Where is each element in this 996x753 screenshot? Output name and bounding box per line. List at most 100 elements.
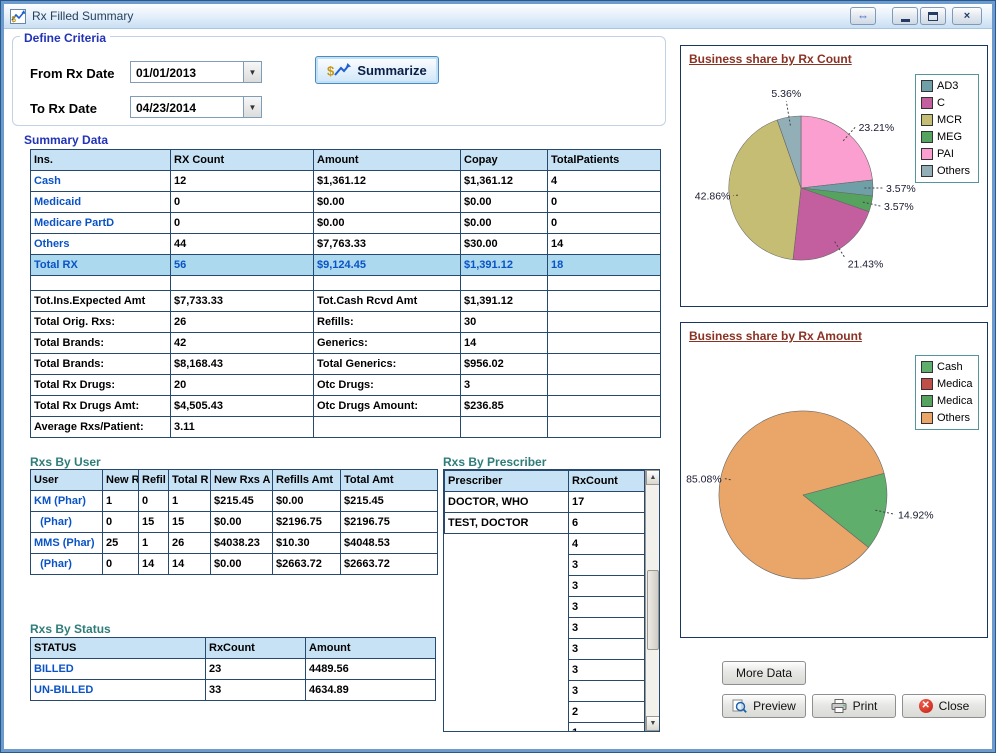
rx-amount-chart-title: Business share by Rx Amount	[689, 329, 862, 343]
cell: $2663.72	[273, 554, 341, 575]
legend-swatch	[921, 114, 933, 126]
table-row[interactable]: Total Brands:$8,168.43Total Generics:$95…	[31, 354, 661, 375]
table-row[interactable]: Total Brands:42Generics:14	[31, 333, 661, 354]
table-row[interactable]: DOCTOR, WHO17	[445, 492, 645, 513]
column-header: STATUS	[31, 638, 206, 659]
title-bar[interactable]: $ Rx Filled Summary ⇔ ×	[4, 4, 992, 29]
table-row[interactable]: Tot.Ins.Expected Amt$7,733.33Tot.Cash Rc…	[31, 291, 661, 312]
column-header: Refills Amt	[273, 470, 341, 491]
cell: UN-BILLED	[31, 680, 206, 701]
dropdown-arrow-icon[interactable]: ▼	[243, 97, 261, 117]
table-row[interactable]: 2	[445, 702, 645, 723]
table-row[interactable]: 3	[445, 618, 645, 639]
print-label: Print	[853, 699, 878, 713]
from-date-combo[interactable]: 01/01/2013 ▼	[130, 61, 262, 83]
cell	[445, 618, 569, 639]
table-row[interactable]: 3	[445, 639, 645, 660]
table-row[interactable]: Average Rxs/Patient:3.11	[31, 417, 661, 438]
legend-item: Others	[921, 412, 973, 424]
to-date-combo[interactable]: 04/23/2014 ▼	[130, 96, 262, 118]
cell: Total Generics:	[314, 354, 461, 375]
table-row[interactable]: Total Rx Drugs:20Otc Drugs:3	[31, 375, 661, 396]
table-row[interactable]: (Phar)01515$0.00$2196.75$2196.75	[31, 512, 438, 533]
legend-item: Others	[921, 165, 973, 177]
table-row[interactable]: Total RX56$9,124.45$1,391.1218	[31, 255, 661, 276]
table-row[interactable]: Medicare PartD0$0.00$0.000	[31, 213, 661, 234]
cell: Total Brands:	[31, 354, 171, 375]
table-row[interactable]: 3	[445, 660, 645, 681]
cell: 3	[569, 597, 645, 618]
summarize-icon: $	[327, 62, 351, 78]
table-row[interactable]: 3	[445, 681, 645, 702]
summarize-button[interactable]: $ Summarize	[315, 56, 439, 84]
legend-label: MCR	[937, 114, 962, 126]
cell	[445, 723, 569, 733]
preview-button[interactable]: Preview	[722, 694, 806, 718]
table-row[interactable]: 3	[445, 555, 645, 576]
rx-filled-summary-window: $ Rx Filled Summary ⇔ × Define Criteria …	[0, 0, 996, 753]
print-button[interactable]: Print	[812, 694, 896, 718]
table-row[interactable]: 4	[445, 534, 645, 555]
svg-text:$: $	[12, 15, 17, 24]
table-row[interactable]: 3	[445, 576, 645, 597]
close-window-button[interactable]: ×	[952, 7, 982, 25]
cell: 0	[103, 512, 139, 533]
legend-label: MEG	[937, 131, 962, 143]
minimize-button[interactable]	[892, 7, 918, 25]
to-date-value: 04/23/2014	[131, 97, 243, 117]
dropdown-arrow-icon[interactable]: ▼	[243, 62, 261, 82]
cell: $30.00	[461, 234, 548, 255]
table-row[interactable]: BILLED234489.56	[31, 659, 436, 680]
close-button[interactable]: ✕ Close	[902, 694, 986, 718]
scroll-down-button[interactable]: ▼	[646, 716, 660, 731]
table-row[interactable]: 1	[445, 723, 645, 733]
cell: (Phar)	[31, 554, 103, 575]
cell: 0	[171, 213, 314, 234]
cell: 33	[206, 680, 306, 701]
rxs-by-user-table: UserNew RRefilTotal RNew Rxs ARefills Am…	[30, 469, 438, 575]
table-row[interactable]: UN-BILLED334634.89	[31, 680, 436, 701]
summarize-label: Summarize	[357, 63, 426, 78]
table-row[interactable]: 3	[445, 597, 645, 618]
table-row[interactable]: Medicaid0$0.00$0.000	[31, 192, 661, 213]
cell: 0	[103, 554, 139, 575]
cell: 18	[548, 255, 661, 276]
cell: 15	[169, 512, 211, 533]
cell: $1,361.12	[461, 171, 548, 192]
cell: $0.00	[211, 512, 273, 533]
table-row[interactable]: Cash12$1,361.12$1,361.124	[31, 171, 661, 192]
cell	[548, 291, 661, 312]
cell: 3	[569, 555, 645, 576]
cell	[445, 597, 569, 618]
table-row[interactable]: Others44$7,763.33$30.0014	[31, 234, 661, 255]
table-row[interactable]: (Phar)01414$0.00$2663.72$2663.72	[31, 554, 438, 575]
prescriber-scrollbar[interactable]: ▲ ▼	[645, 470, 660, 731]
table-row[interactable]: Total Orig. Rxs:26Refills:30	[31, 312, 661, 333]
legend-swatch	[921, 361, 933, 373]
table-row[interactable]: KM (Phar)101$215.45$0.00$215.45	[31, 491, 438, 512]
cell	[314, 417, 461, 438]
column-header: New R	[103, 470, 139, 491]
cell: 26	[169, 533, 211, 554]
scroll-up-button[interactable]: ▲	[646, 470, 660, 485]
pie-percent-label: 3.57%	[886, 183, 916, 195]
table-row[interactable]: MMS (Phar)25126$4038.23$10.30$4048.53	[31, 533, 438, 554]
cell: 14	[548, 234, 661, 255]
legend-label: PAI	[937, 148, 954, 160]
resize-arrows-button[interactable]: ⇔	[850, 7, 876, 25]
table-row[interactable]: TEST, DOCTOR6	[445, 513, 645, 534]
more-data-button[interactable]: More Data	[722, 661, 806, 685]
cell: 30	[461, 312, 548, 333]
scrollbar-thumb[interactable]	[647, 570, 659, 650]
column-header: Amount	[314, 150, 461, 171]
cell	[461, 276, 548, 291]
legend-swatch	[921, 97, 933, 109]
cell: $2196.75	[341, 512, 438, 533]
cell: $1,391.12	[461, 291, 548, 312]
rx-amount-legend: CashMedica...Medica...Others	[915, 355, 979, 430]
maximize-button[interactable]	[920, 7, 946, 25]
cell: 17	[569, 492, 645, 513]
cell: $7,763.33	[314, 234, 461, 255]
cell: 6	[569, 513, 645, 534]
table-row[interactable]: Total Rx Drugs Amt:$4,505.43Otc Drugs Am…	[31, 396, 661, 417]
